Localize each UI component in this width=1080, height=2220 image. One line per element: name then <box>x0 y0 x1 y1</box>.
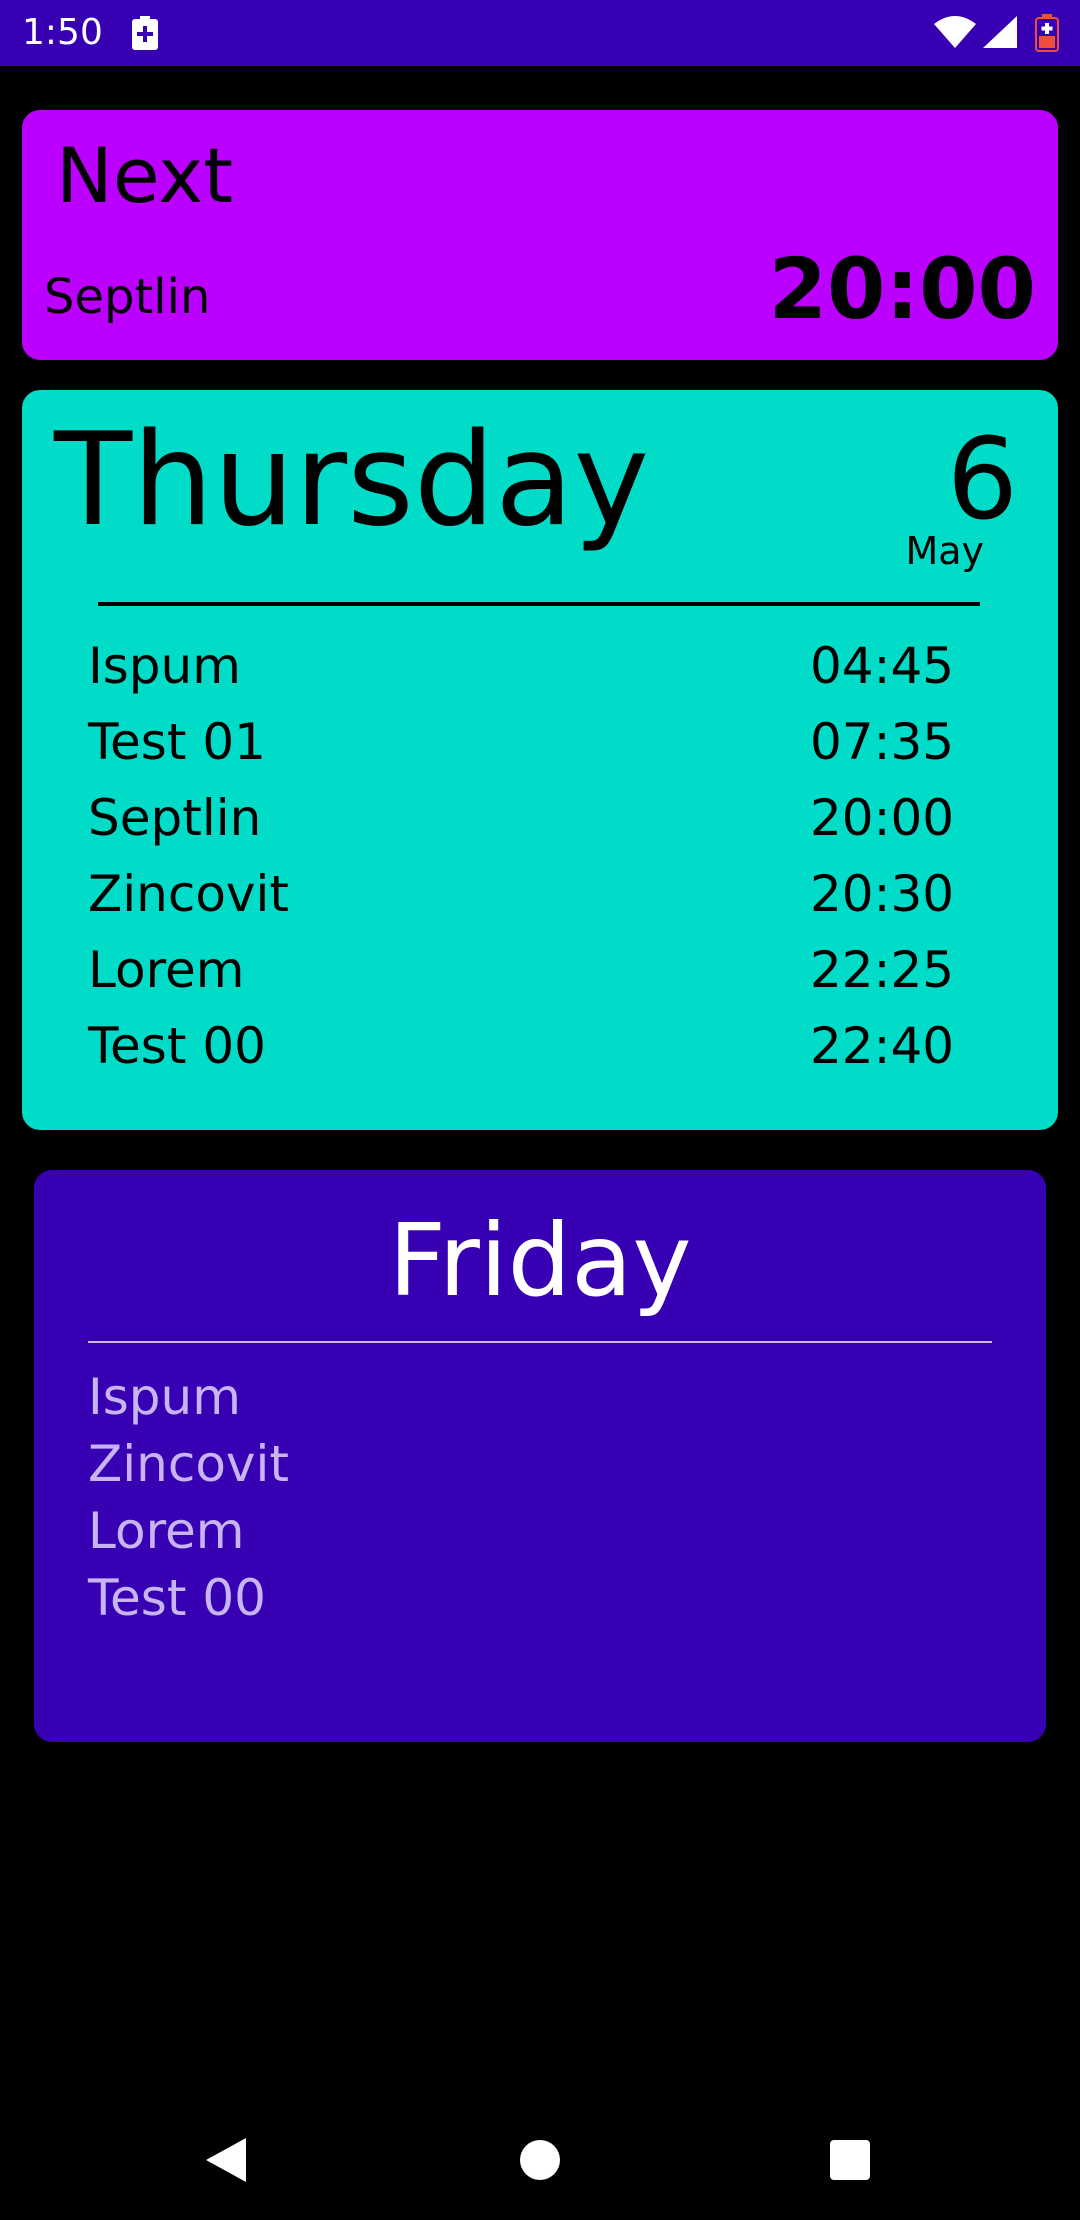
recents-icon[interactable] <box>815 2125 885 2195</box>
medicine-row[interactable]: Zincovit 20:30 <box>88 856 988 932</box>
medicine-row[interactable]: Septlin 20:00 <box>88 780 988 856</box>
today-schedule-card[interactable]: Thursday 6 May Ispum 04:45 Test 01 07:35… <box>22 390 1058 1130</box>
tomorrow-medicine-item[interactable]: Test 00 <box>88 1565 289 1632</box>
tomorrow-divider <box>88 1341 992 1343</box>
medicine-name: Septlin <box>88 789 262 847</box>
medicine-name: Test 00 <box>88 1017 266 1075</box>
home-icon[interactable] <box>505 2125 575 2195</box>
today-date-number: 6 <box>946 415 1018 545</box>
tomorrow-medicine-item[interactable]: Zincovit <box>88 1431 289 1498</box>
medicine-name: Zincovit <box>88 865 290 923</box>
medicine-time: 20:00 <box>810 789 955 847</box>
medicine-row[interactable]: Lorem 22:25 <box>88 932 988 1008</box>
medicine-name: Ispum <box>88 637 241 695</box>
medicine-time: 22:40 <box>810 1017 955 1075</box>
today-day-title: Thursday <box>54 406 650 555</box>
medicine-time: 07:35 <box>810 713 955 771</box>
today-date-month: May <box>905 529 984 573</box>
wifi-icon <box>934 16 976 48</box>
next-dose-card[interactable]: Next Septlin 20:00 <box>22 110 1058 360</box>
status-bar: 1:50 <box>0 0 1080 66</box>
next-medicine-name: Septlin <box>44 269 211 325</box>
status-time: 1:50 <box>22 12 103 53</box>
tomorrow-medicine-item[interactable]: Ispum <box>88 1364 289 1431</box>
today-medicine-list: Ispum 04:45 Test 01 07:35 Septlin 20:00 … <box>88 628 988 1084</box>
medicine-name: Lorem <box>88 941 245 999</box>
medicine-time: 04:45 <box>810 637 955 695</box>
signal-icon <box>983 16 1017 48</box>
tomorrow-schedule-card[interactable]: Friday Ispum Zincovit Lorem Test 00 <box>34 1170 1046 1742</box>
back-icon[interactable] <box>192 2125 262 2195</box>
tomorrow-medicine-list: Ispum Zincovit Lorem Test 00 <box>88 1364 289 1632</box>
next-dose-time: 20:00 <box>768 240 1036 338</box>
battery-icon <box>1035 14 1059 52</box>
medicine-time: 20:30 <box>810 865 955 923</box>
medicine-row[interactable]: Test 00 22:40 <box>88 1008 988 1084</box>
next-title: Next <box>56 131 234 220</box>
tomorrow-day-title: Friday <box>388 1202 692 1319</box>
tomorrow-medicine-item[interactable]: Lorem <box>88 1498 289 1565</box>
medicine-name: Test 01 <box>88 713 266 771</box>
medicine-row[interactable]: Test 01 07:35 <box>88 704 988 780</box>
medicine-time: 22:25 <box>810 941 955 999</box>
battery-saver-icon <box>132 16 158 50</box>
today-divider <box>98 602 980 606</box>
medicine-row[interactable]: Ispum 04:45 <box>88 628 988 704</box>
